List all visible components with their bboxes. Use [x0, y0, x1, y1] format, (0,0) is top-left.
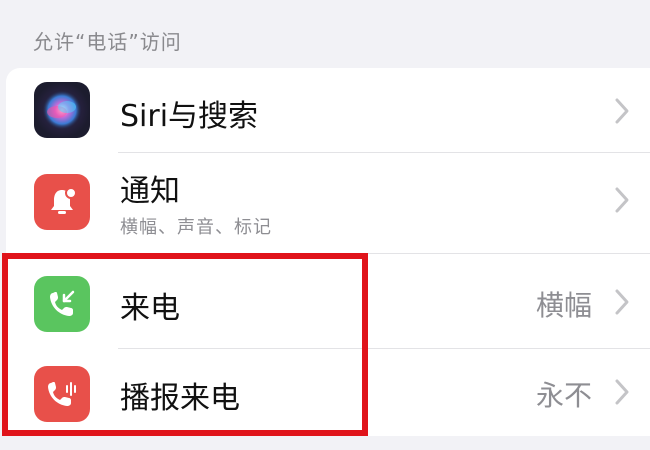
announce-calls-value: 永不 — [535, 379, 592, 412]
notifications-label: 通知 — [120, 174, 180, 209]
section-header: 允许“电话”访问 — [33, 30, 182, 54]
chevron-right-icon — [615, 379, 629, 405]
chevron-right-icon — [615, 187, 629, 213]
notifications-sublabel: 横幅、声音、标记 — [120, 217, 272, 238]
settings-group: Siri与搜索 通知 横幅、声音、标记 来电 横幅 播报来电 永不 — [6, 68, 650, 436]
announce-calls-label: 播报来电 — [120, 381, 240, 416]
incoming-calls-value: 横幅 — [535, 289, 592, 322]
notification-bell-icon — [34, 174, 90, 230]
announce-calls-row[interactable]: 播报来电 永不 — [6, 349, 650, 436]
notifications-row[interactable]: 通知 横幅、声音、标记 — [6, 153, 650, 248]
incoming-calls-label: 来电 — [120, 291, 180, 326]
siri-icon — [34, 82, 90, 138]
incoming-call-icon — [34, 276, 90, 332]
siri-search-row[interactable]: Siri与搜索 — [6, 68, 650, 154]
siri-search-label: Siri与搜索 — [120, 99, 259, 134]
chevron-right-icon — [615, 98, 629, 124]
chevron-right-icon — [615, 289, 629, 315]
incoming-calls-row[interactable]: 来电 横幅 — [6, 260, 650, 346]
announce-call-icon — [34, 366, 90, 422]
divider — [118, 253, 650, 254]
